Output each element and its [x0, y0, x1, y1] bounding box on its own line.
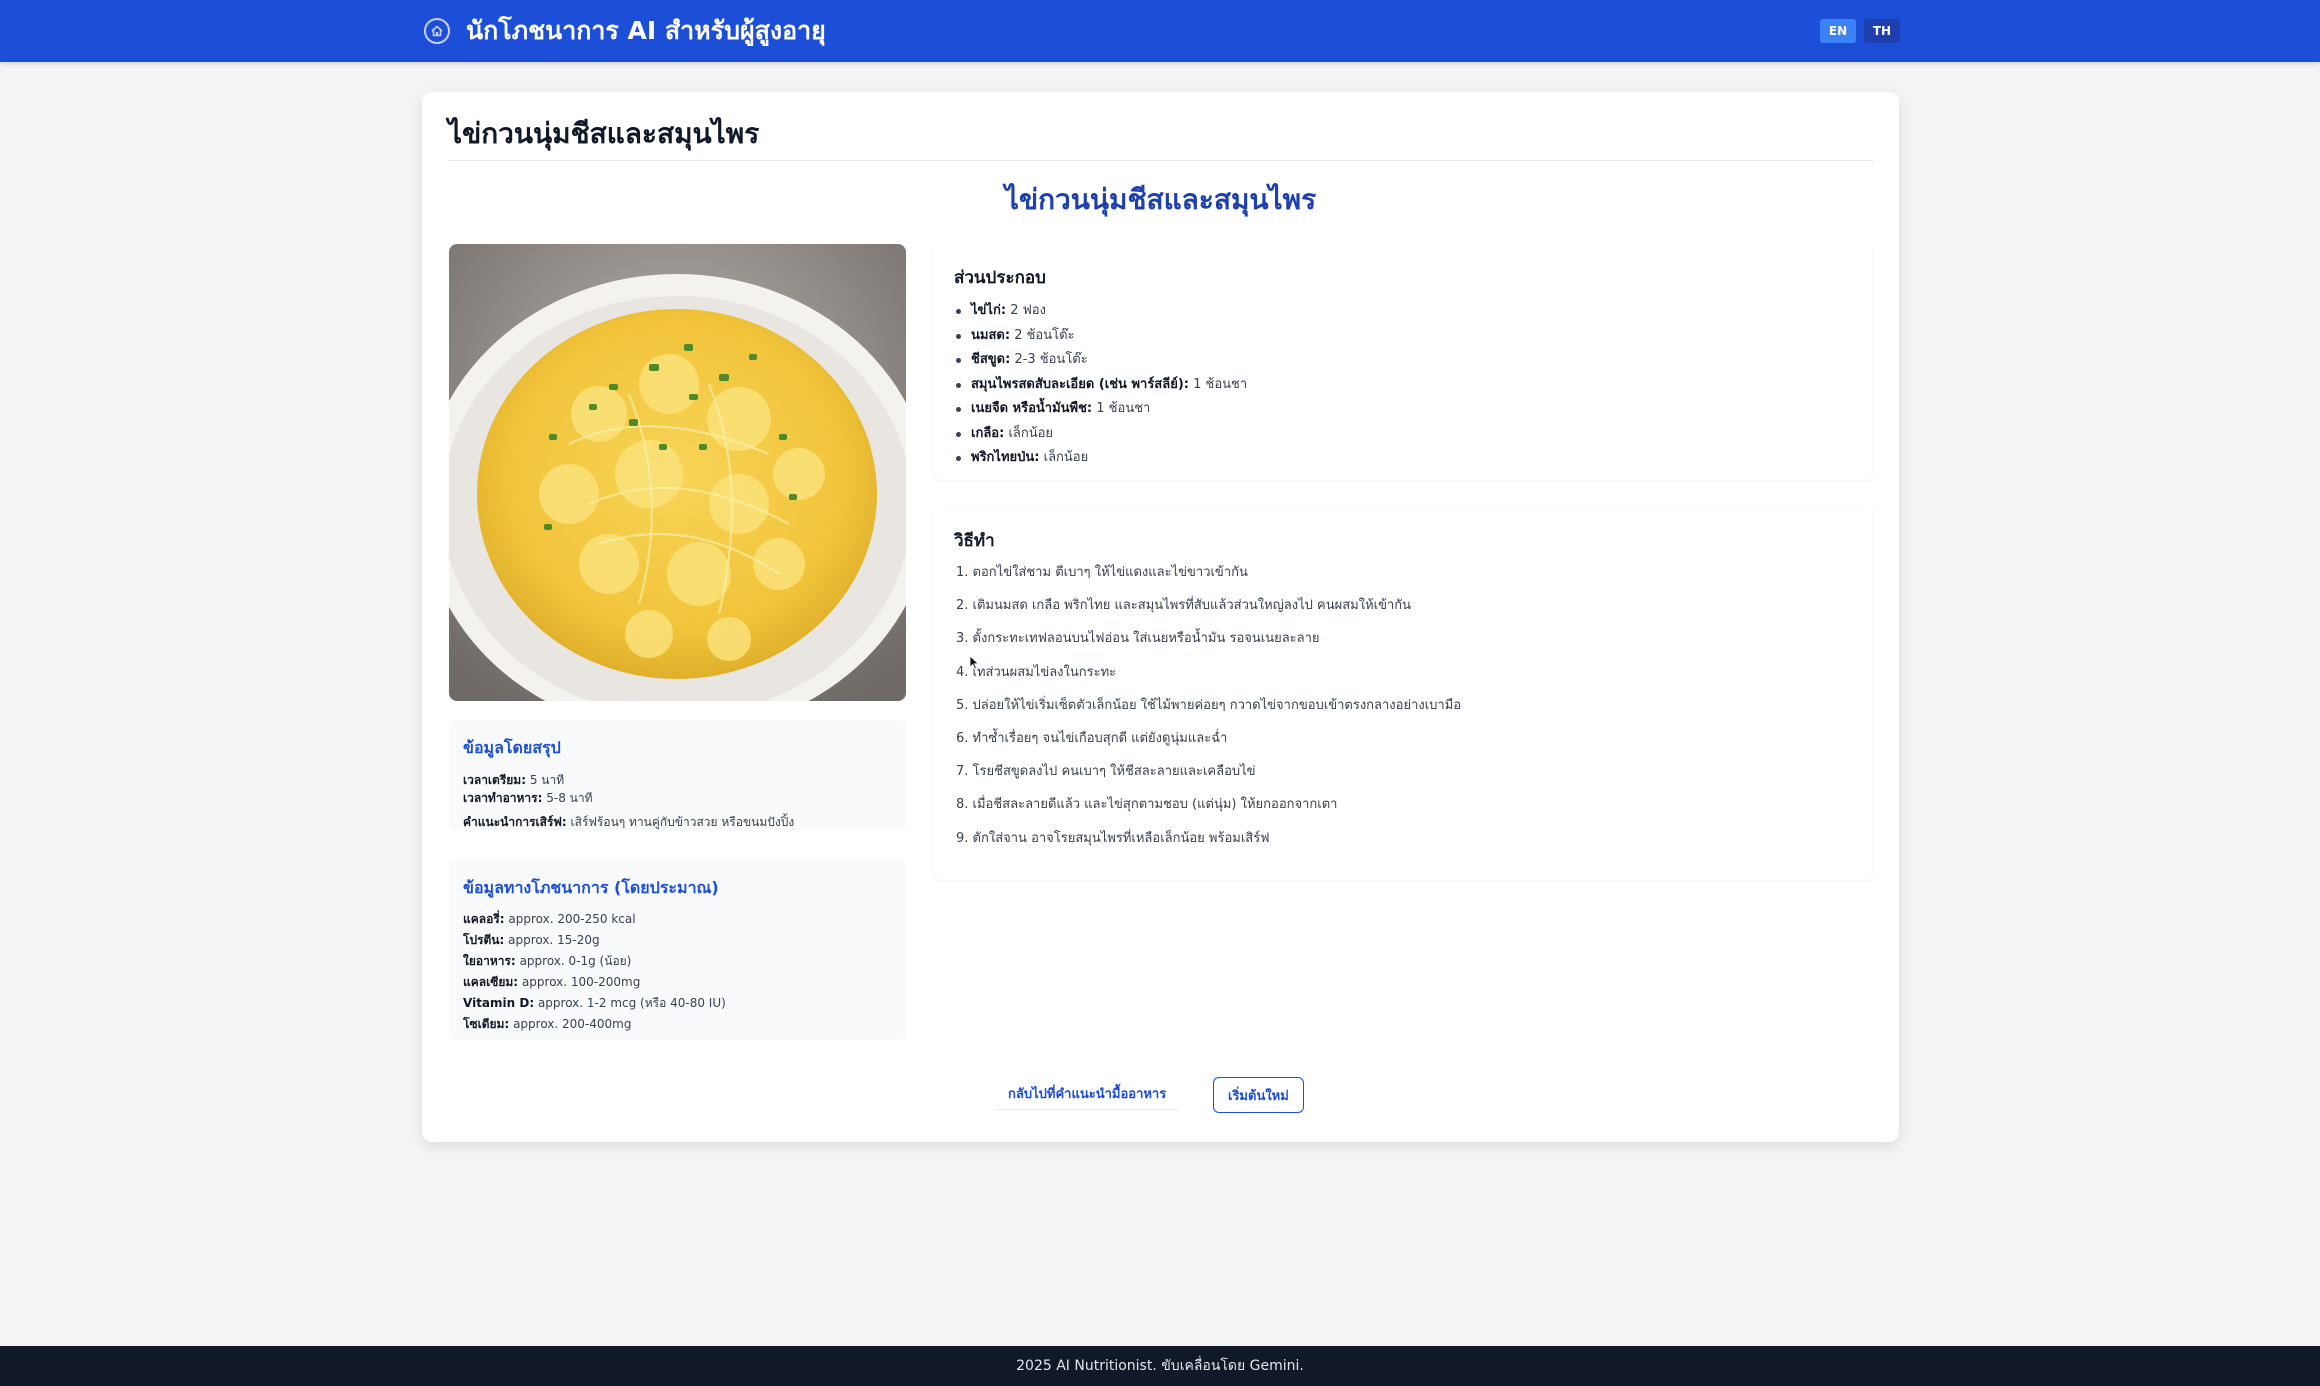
- brand[interactable]: นักโภชนาการ AI สำหรับผู้สูงอายุ: [424, 13, 826, 49]
- step-item: 4. เทส่วนผสมไข่ลงในกระทะ: [956, 664, 1117, 680]
- back-to-meal-suggestions-button[interactable]: กลับไปที่คำแนะนำมื้ออาหาร: [996, 1077, 1179, 1110]
- page-title: ไข่กวนนุ่มชีสและสมุนไพร: [448, 117, 760, 150]
- summary-box: ข้อมูลโดยสรุป เวลาเตรียม: 5 นาที เวลาทำอ…: [449, 720, 906, 830]
- method-steps: 1. ตอกไข่ใส่ชาม ตีเบาๆ ให้ไข่แดงและไข่ขา…: [956, 564, 1461, 863]
- serving-suggestion: คำแนะนำการเสิร์ฟ: เสิร์ฟร้อนๆ ทานคู่กับข…: [463, 815, 795, 829]
- step-item: 3. ตั้งกระทะเทฟลอนบนไฟอ่อน ใส่เนยหรือน้ำ…: [956, 631, 1320, 647]
- method-heading: วิธีทำ: [954, 531, 995, 551]
- language-en-button[interactable]: EN: [1820, 19, 1856, 43]
- top-navbar: นักโภชนาการ AI สำหรับผู้สูงอายุ EN TH: [0, 0, 2320, 62]
- nutrition-item: แคลเซียม: approx. 100-200mg: [463, 975, 641, 989]
- cook-time: เวลาทำอาหาร: 5-8 นาที: [463, 791, 593, 805]
- recipe-photo: [449, 244, 906, 701]
- list-item: สมุนไพรสดสับละเอียด (เช่น พาร์สลีย์): 1 …: [954, 376, 1247, 401]
- step-item: 2. เติมนมสด เกลือ พริกไทย และสมุนไพรที่ส…: [956, 598, 1412, 614]
- ingredients-list: ไข่ไก่: 2 ฟอง นมสด: 2 ช้อนโต๊ะ ชีสขูด: 2…: [954, 302, 1247, 474]
- nutrition-item: แคลอรี่: approx. 200-250 kcal: [463, 912, 636, 926]
- list-item: ชีสขูด: 2-3 ช้อนโต๊ะ: [954, 351, 1247, 376]
- nutrition-item: ใยอาหาร: approx. 0-1g (น้อย): [463, 954, 632, 968]
- step-item: 8. เมื่อชีสละลายดีแล้ว และไข่สุกตามชอบ (…: [956, 797, 1338, 813]
- ingredients-heading: ส่วนประกอบ: [954, 268, 1046, 288]
- nutrition-item: โซเดียม: approx. 200-400mg: [463, 1017, 632, 1031]
- summary-heading: ข้อมูลโดยสรุป: [463, 738, 561, 757]
- step-item: 7. โรยชีสขูดลงไป คนเบาๆ ให้ชีสละลายและเค…: [956, 764, 1256, 780]
- nutrition-item: Vitamin D: approx. 1-2 mcg (หรือ 40-80 I…: [463, 996, 726, 1010]
- ingredients-panel: ส่วนประกอบ ไข่ไก่: 2 ฟอง นมสด: 2 ช้อนโต๊…: [934, 242, 1872, 480]
- step-item: 1. ตอกไข่ใส่ชาม ตีเบาๆ ให้ไข่แดงและไข่ขา…: [956, 565, 1248, 580]
- nutrition-heading: ข้อมูลทางโภชนาการ (โดยประมาณ): [463, 878, 719, 897]
- list-item: นมสด: 2 ช้อนโต๊ะ: [954, 327, 1247, 352]
- recipe-title: ไข่กวนนุ่มชีสและสมุนไพร: [1004, 183, 1317, 216]
- recipe-card: ไข่กวนนุ่มชีสและสมุนไพร ไข่กวนนุ่มชีสและ…: [422, 92, 1899, 1142]
- start-over-button[interactable]: เริ่มต้นใหม่: [1213, 1077, 1304, 1113]
- list-item: เกลือ: เล็กน้อย: [954, 425, 1247, 450]
- home-icon: [424, 18, 450, 44]
- footer: 2025 AI Nutritionist. ขับเคลื่อนโดย Gemi…: [0, 1346, 2320, 1386]
- list-item: พริกไทยป่น: เล็กน้อย: [954, 449, 1247, 474]
- language-th-button[interactable]: TH: [1864, 19, 1900, 43]
- prep-time: เวลาเตรียม: 5 นาที: [463, 773, 565, 787]
- app-title: นักโภชนาการ AI สำหรับผู้สูงอายุ: [466, 16, 826, 45]
- divider: [448, 160, 1873, 161]
- list-item: ไข่ไก่: 2 ฟอง: [954, 302, 1247, 327]
- list-item: เนยจืด หรือน้ำมันพืช: 1 ช้อนชา: [954, 400, 1247, 425]
- method-panel: วิธีทำ 1. ตอกไข่ใส่ชาม ตีเบาๆ ให้ไข่แดงแ…: [934, 505, 1872, 880]
- step-item: 5. ปล่อยให้ไข่เริ่มเซ็ตตัวเล็กน้อย ใช้ไม…: [956, 697, 1462, 713]
- mouse-cursor-icon: [969, 655, 979, 670]
- step-item: 9. ตักใส่จาน อาจโรยสมุนไพรที่เหลือเล็กน้…: [956, 830, 1270, 846]
- step-item: 6. ทำซ้ำเรื่อยๆ จนไข่เกือบสุกดี แต่ยังดู…: [956, 730, 1228, 746]
- nutrition-item: โปรตีน: approx. 15-20g: [463, 933, 600, 947]
- footer-text: 2025 AI Nutritionist. ขับเคลื่อนโดย Gemi…: [1016, 1358, 1304, 1374]
- nutrition-box: ข้อมูลทางโภชนาการ (โดยประมาณ) แคลอรี่: a…: [449, 860, 906, 1040]
